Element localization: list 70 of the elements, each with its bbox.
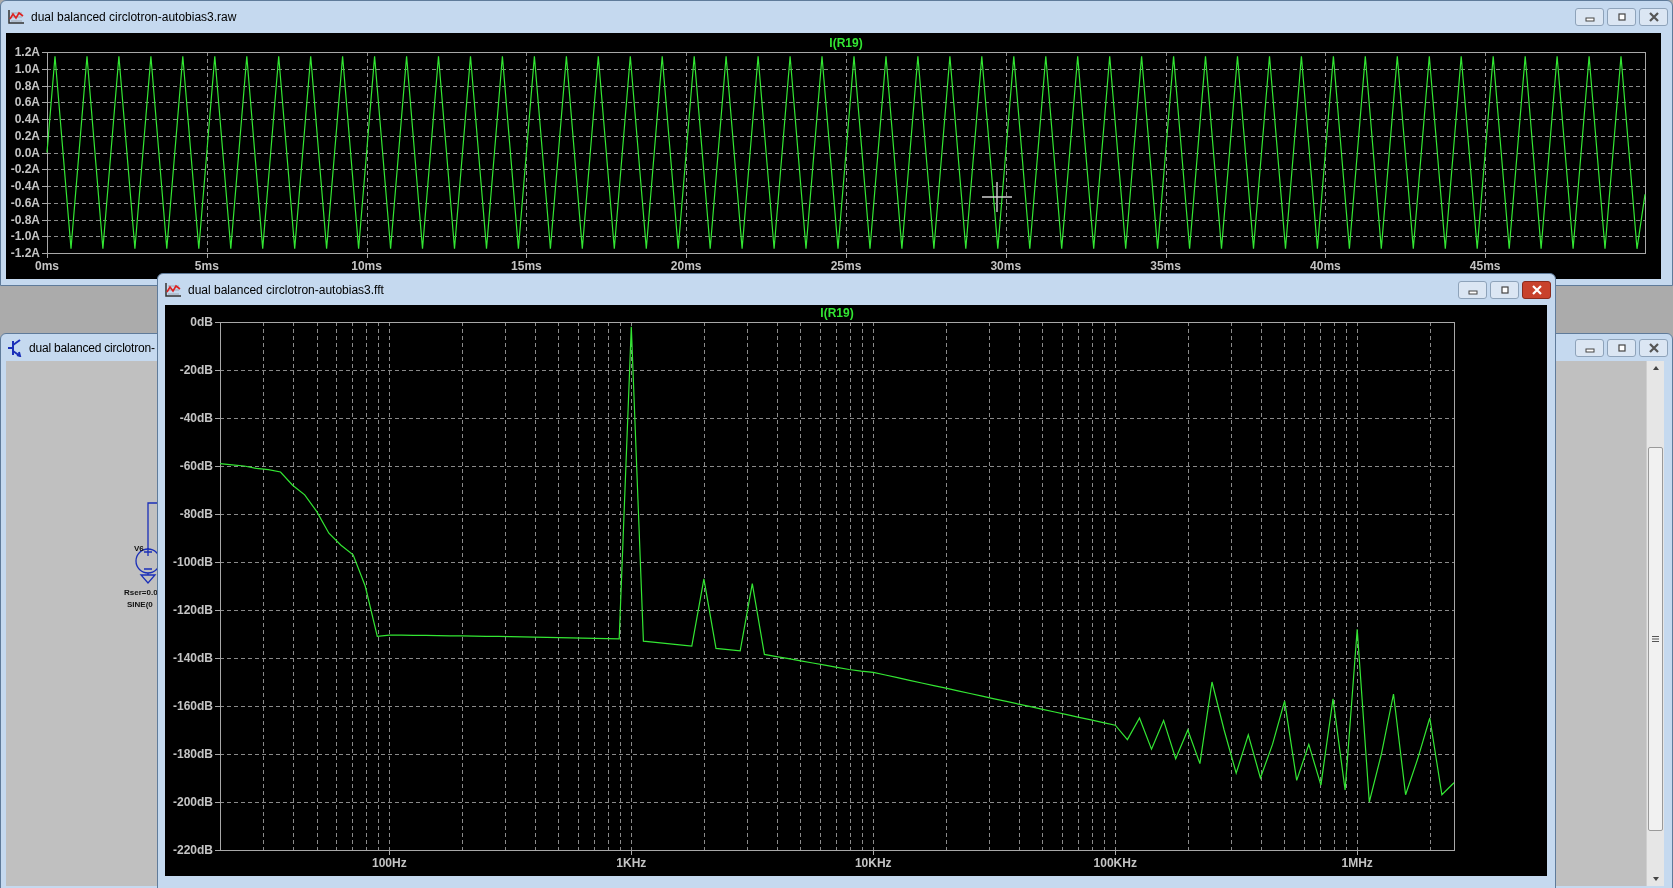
- maximize-button[interactable]: [1607, 8, 1636, 26]
- axis-label: -120dB: [173, 603, 213, 617]
- axis-label: 40ms: [1310, 259, 1341, 273]
- maximize-button[interactable]: [1490, 280, 1519, 299]
- trace-label[interactable]: I(R19): [829, 36, 863, 50]
- axis-label: 10KHz: [854, 856, 892, 870]
- axis-label: 0dB: [190, 315, 213, 329]
- axis-label: 0.2A: [14, 128, 40, 143]
- close-button[interactable]: [1639, 338, 1668, 357]
- axis-label: -0.6A: [10, 195, 40, 210]
- close-icon: [1647, 342, 1660, 353]
- minimize-button[interactable]: [1458, 280, 1487, 299]
- close-button[interactable]: [1639, 8, 1668, 26]
- axis-label: -0.8A: [10, 212, 40, 227]
- axis-label: 25ms: [830, 259, 862, 273]
- axis-label: -60dB: [179, 459, 213, 473]
- axis-label: 20ms: [670, 259, 702, 273]
- component-label: SINE(0: [127, 600, 153, 609]
- axis-label: 100KHz: [1093, 856, 1137, 870]
- axis-label: -180dB: [173, 747, 213, 761]
- maximize-button[interactable]: [1607, 338, 1636, 357]
- axis-label: 0.8A: [14, 78, 40, 93]
- axis-label: -160dB: [173, 699, 213, 713]
- component-label: V6: [134, 544, 144, 553]
- maximize-icon: [1615, 342, 1628, 353]
- close-icon: [1647, 12, 1660, 22]
- axis-label: 1KHz: [616, 856, 647, 870]
- axis-label: -40dB: [179, 411, 213, 425]
- window-title: dual balanced circlotron-: [29, 339, 155, 357]
- axis-label: 5ms: [194, 259, 219, 273]
- axis-label: 0.0A: [14, 145, 40, 160]
- scrollbar-thumb[interactable]: [1648, 447, 1663, 831]
- axis-label: 35ms: [1150, 259, 1181, 273]
- scrollbar[interactable]: [1646, 361, 1664, 886]
- grip-icon: [1652, 636, 1659, 642]
- window-title: dual balanced circlotron-autobias3.raw: [31, 9, 237, 26]
- axis-label: 1.2A: [14, 45, 40, 59]
- axis-label: -80dB: [179, 507, 213, 521]
- axis-label: -0.2A: [10, 162, 40, 177]
- minimize-button[interactable]: [1575, 8, 1604, 26]
- close-button[interactable]: [1522, 280, 1551, 299]
- axis-label: -220dB: [173, 843, 213, 857]
- axis-label: 10ms: [351, 259, 382, 273]
- graph-icon: [164, 281, 182, 298]
- axis-label: -1.2A: [10, 246, 40, 260]
- close-icon: [1530, 284, 1543, 295]
- axis-label: -100dB: [173, 555, 213, 569]
- minimize-button[interactable]: [1575, 338, 1604, 357]
- axis-label: 30ms: [990, 259, 1022, 273]
- graph-icon: [7, 9, 25, 25]
- axis-label: -20dB: [179, 363, 213, 377]
- axis-label: 0ms: [35, 259, 59, 273]
- maximize-icon: [1498, 284, 1511, 295]
- axis-label: 15ms: [511, 259, 542, 273]
- transistor-icon: [7, 338, 23, 357]
- axis-label: 1.0A: [14, 61, 40, 76]
- axis-label: -1.0A: [10, 229, 40, 244]
- axis-label: 0.6A: [14, 95, 40, 110]
- axis-label: 100Hz: [372, 856, 407, 870]
- axis-label: 1MHz: [1341, 856, 1373, 870]
- window-title: dual balanced circlotron-autobias3.fft: [188, 281, 384, 299]
- axis-label: -200dB: [173, 795, 213, 809]
- axis-label: 45ms: [1469, 259, 1501, 273]
- axis-label: -140dB: [173, 651, 213, 665]
- component-label: Rser=0.0: [124, 588, 158, 597]
- maximize-icon: [1615, 12, 1628, 22]
- axis-label: 0.4A: [14, 112, 40, 126]
- axis-label: -0.4A: [10, 179, 40, 193]
- trace-label[interactable]: I(R19): [820, 306, 854, 320]
- crosshair-icon: [981, 181, 1013, 213]
